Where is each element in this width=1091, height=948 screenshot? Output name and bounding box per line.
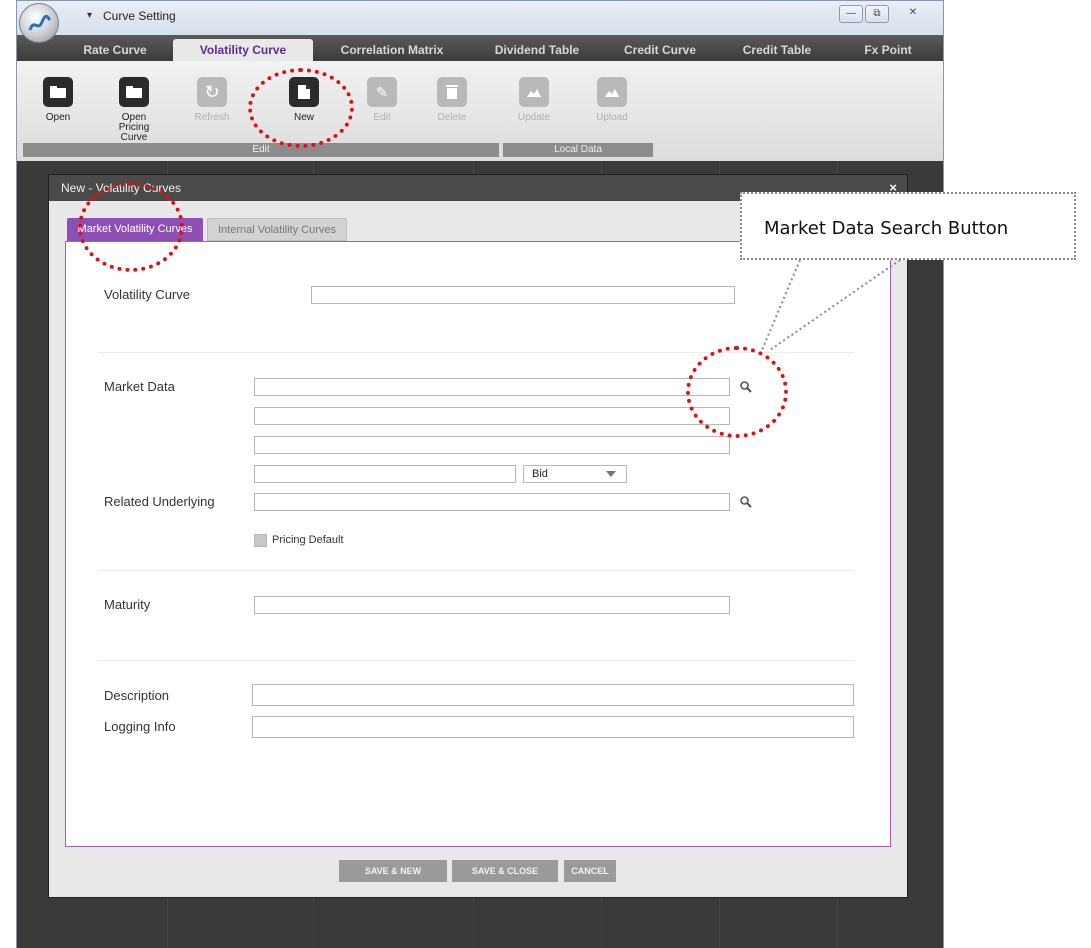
section-divider (98, 570, 854, 571)
quote-side-value: Bid (532, 468, 548, 480)
callout-text: Market Data Search Button (764, 218, 1009, 239)
description-label: Description (104, 688, 170, 703)
upload-button[interactable]: Upload (577, 77, 647, 123)
tab-credit-curve[interactable]: Credit Curve (605, 39, 715, 61)
ribbon-tab-bar: Rate Curve Volatility Curve Correlation … (17, 35, 943, 61)
update-button[interactable]: Update (499, 77, 569, 123)
refresh-label: Refresh (194, 112, 230, 123)
minimize-icon: — (846, 8, 856, 19)
market-data-input-3[interactable] (254, 436, 730, 454)
window-title: Curve Setting (103, 9, 176, 23)
tab-internal-volatility-curves[interactable]: Internal Volatility Curves (207, 218, 347, 241)
maximize-icon: ⧉ (873, 8, 881, 19)
upload-image-icon (597, 77, 627, 107)
close-icon: ✕ (908, 7, 918, 18)
cancel-button[interactable]: CANCEL (564, 860, 616, 882)
title-bar: ▾ Curve Setting — ⧉ ✕ (17, 1, 943, 35)
market-tab-highlight-ring (78, 182, 184, 272)
open-pricing-curve-button[interactable]: Open Pricing Curve (99, 77, 169, 143)
logging-info-input[interactable] (252, 716, 854, 738)
market-data-label: Market Data (104, 379, 175, 394)
market-data-input-4[interactable] (254, 465, 516, 483)
callout-leader-lines (761, 259, 901, 351)
minimize-button[interactable]: — (839, 5, 863, 23)
delete-label: Delete (437, 112, 467, 123)
curve-logo-icon (28, 14, 52, 31)
upload-label: Upload (596, 112, 628, 123)
folder-icon (43, 77, 73, 107)
volatility-curve-label: Volatility Curve (104, 287, 190, 302)
folder-icon (119, 77, 149, 107)
save-and-close-button[interactable]: SAVE & CLOSE (452, 860, 558, 882)
open-pricing-curve-label: Open Pricing Curve (118, 112, 150, 143)
new-button-highlight-ring (248, 68, 354, 148)
screenshot-stage: ▾ Curve Setting — ⧉ ✕ Rate Curve Volatil… (0, 0, 1091, 948)
refresh-icon: ↻ (197, 77, 227, 107)
tab-dividend-table[interactable]: Dividend Table (477, 39, 597, 61)
app-orb-button[interactable] (19, 3, 59, 43)
tab-correlation-matrix[interactable]: Correlation Matrix (317, 39, 467, 61)
edit-icon: ✎ (367, 77, 397, 107)
edit-label: Edit (373, 112, 391, 123)
related-underlying-label: Related Underlying (104, 494, 215, 509)
volatility-curve-input[interactable] (311, 286, 735, 304)
edit-group-label: Edit (23, 143, 499, 157)
quick-access-arrow-icon[interactable]: ▾ (87, 10, 92, 21)
pricing-default-checkbox[interactable] (254, 534, 267, 547)
market-data-input-1[interactable] (254, 378, 730, 396)
maturity-label: Maturity (104, 597, 151, 612)
chevron-down-icon (606, 471, 616, 477)
tab-credit-table[interactable]: Credit Table (727, 39, 827, 61)
edit-button[interactable]: ✎ Edit (347, 77, 417, 123)
trash-icon (437, 77, 467, 107)
quote-side-select[interactable]: Bid (523, 465, 627, 483)
annotation-callout: Market Data Search Button (740, 192, 1076, 260)
market-data-input-2[interactable] (254, 407, 730, 425)
related-underlying-input[interactable] (254, 493, 730, 511)
tab-volatility-curve[interactable]: Volatility Curve (173, 39, 313, 61)
maturity-input[interactable] (254, 596, 730, 614)
maximize-button[interactable]: ⧉ (865, 5, 889, 23)
save-and-new-button[interactable]: SAVE & NEW (339, 860, 447, 882)
logging-info-label: Logging Info (104, 719, 176, 734)
update-label: Update (517, 112, 551, 123)
update-image-icon (519, 77, 549, 107)
local-data-group-label: Local Data (503, 143, 653, 157)
open-button[interactable]: Open (23, 77, 93, 123)
tab-rate-curve[interactable]: Rate Curve (65, 39, 165, 61)
description-input[interactable] (252, 684, 854, 706)
pricing-default-label: Pricing Default (272, 534, 344, 546)
close-button[interactable]: ✕ (895, 5, 931, 23)
ribbon-toolbar: Open Open Pricing Curve ↻ Refresh New ✎ … (17, 61, 943, 161)
delete-button[interactable]: Delete (417, 77, 487, 123)
related-underlying-search-icon[interactable] (739, 495, 753, 509)
tab-fx-point[interactable]: Fx Point (843, 39, 933, 61)
refresh-button[interactable]: ↻ Refresh (177, 77, 247, 123)
section-divider (98, 660, 854, 661)
open-label: Open (45, 112, 71, 123)
search-button-highlight-ring (686, 346, 788, 438)
